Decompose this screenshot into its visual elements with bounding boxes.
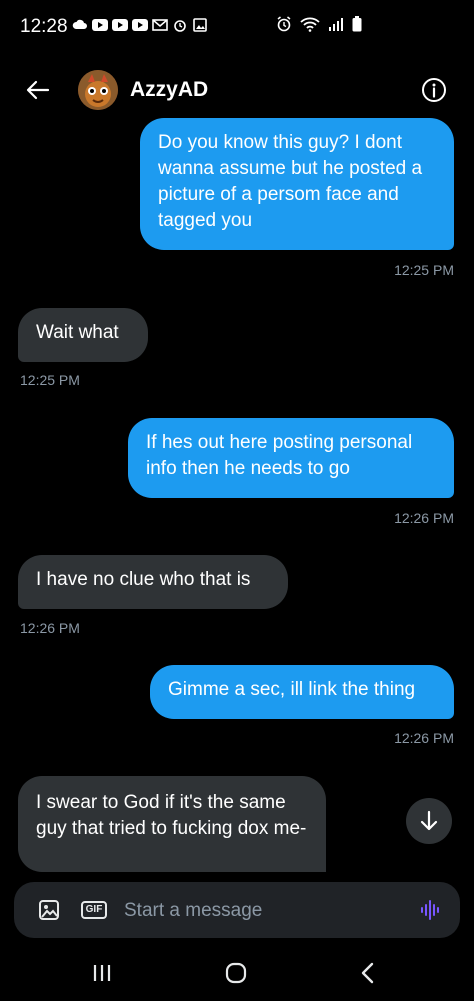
- youtube-icon: [132, 18, 148, 32]
- message-bubble-outgoing[interactable]: Gimme a sec, ill link the thing: [150, 665, 454, 719]
- voice-waveform-icon: [421, 900, 439, 920]
- info-icon: [422, 78, 446, 102]
- message-timestamp: 12:26 PM: [394, 730, 454, 746]
- status-time: 12:28: [20, 16, 68, 37]
- alarm-icon: [172, 18, 188, 32]
- message-text: I swear to God if it's the same guy that…: [36, 792, 307, 839]
- mail-icon: [152, 18, 168, 32]
- recent-apps-button[interactable]: [82, 957, 122, 989]
- gif-button[interactable]: GIF: [80, 897, 108, 923]
- conversation-info-button[interactable]: [418, 74, 450, 106]
- alarm-icon: [276, 16, 292, 37]
- message-bubble-incoming[interactable]: I swear to God if it's the same guy that…: [18, 776, 326, 872]
- message-input[interactable]: [122, 892, 406, 930]
- chevron-left-icon: [361, 962, 374, 984]
- status-bar: 12:28: [0, 0, 474, 50]
- arrow-down-icon: [420, 810, 438, 831]
- message-bubble-outgoing[interactable]: If hes out here posting personal info th…: [128, 418, 454, 498]
- message-text: If hes out here posting personal info th…: [146, 432, 413, 479]
- signal-icon: [328, 17, 344, 36]
- cloud-sync-icon: [72, 18, 88, 32]
- image-icon: [39, 900, 59, 920]
- gif-icon: GIF: [80, 901, 108, 919]
- avatar-image: [78, 70, 118, 110]
- back-arrow-icon: [26, 80, 50, 100]
- message-timestamp: 12:25 PM: [20, 372, 80, 388]
- add-image-button[interactable]: [36, 897, 62, 923]
- message-bubble-incoming[interactable]: I have no clue who that is: [18, 555, 288, 609]
- system-back-button[interactable]: [348, 957, 388, 989]
- home-icon: [225, 962, 247, 984]
- battery-icon: [352, 16, 362, 37]
- contact-name[interactable]: AzzyAD: [130, 78, 208, 102]
- youtube-icon: [112, 18, 128, 32]
- notification-icons: [72, 18, 208, 32]
- message-bubble-incoming[interactable]: Wait what: [18, 308, 148, 362]
- youtube-icon: [92, 18, 108, 32]
- scroll-to-bottom-button[interactable]: [406, 798, 452, 844]
- system-navigation-bar: [0, 945, 474, 1001]
- message-bubble-outgoing[interactable]: Do you know this guy? I dont wanna assum…: [140, 118, 454, 250]
- system-icons: [276, 16, 362, 37]
- home-button[interactable]: [216, 957, 256, 989]
- message-timestamp: 12:26 PM: [20, 620, 80, 636]
- recent-apps-icon: [93, 965, 111, 981]
- image-icon: [192, 18, 208, 32]
- message-timestamp: 12:25 PM: [394, 262, 454, 278]
- avatar[interactable]: [78, 70, 118, 110]
- message-timestamp: 12:26 PM: [394, 510, 454, 526]
- wifi-icon: [300, 16, 320, 37]
- back-button[interactable]: [22, 74, 54, 106]
- voice-message-button[interactable]: [418, 897, 444, 923]
- message-text: Wait what: [36, 322, 119, 343]
- message-text: I have no clue who that is: [36, 569, 251, 590]
- message-text: Do you know this guy? I dont wanna assum…: [158, 132, 423, 231]
- message-composer: GIF: [14, 882, 460, 938]
- message-text: Gimme a sec, ill link the thing: [168, 679, 416, 700]
- conversation-header: AzzyAD: [0, 60, 474, 120]
